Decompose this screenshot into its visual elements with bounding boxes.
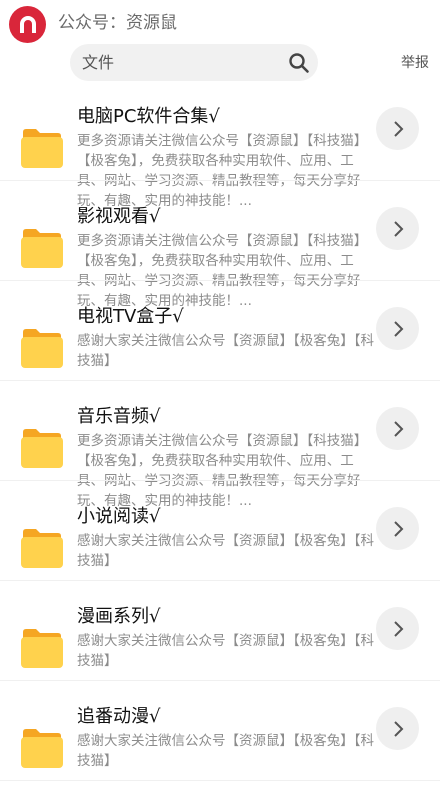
search-icon[interactable] xyxy=(288,52,310,74)
item-title: 小说阅读√ xyxy=(77,506,161,527)
folder-icon xyxy=(21,429,63,468)
list-item[interactable]: 小说阅读√ 感谢大家关注微信公众号【资源鼠】【极客兔】【科技猫】 xyxy=(0,502,440,602)
divider xyxy=(0,380,440,381)
folder-icon xyxy=(21,129,63,168)
folder-icon xyxy=(21,229,63,268)
open-item-button[interactable] xyxy=(376,407,419,450)
item-title: 电视TV盒子√ xyxy=(77,306,184,327)
item-title: 追番动漫√ xyxy=(77,706,161,727)
list-item[interactable]: 漫画系列√ 感谢大家关注微信公众号【资源鼠】【极客兔】【科技猫】 xyxy=(0,602,440,702)
list-item[interactable]: 追番动漫√ 感谢大家关注微信公众号【资源鼠】【极客兔】【科技猫】 xyxy=(0,702,440,802)
divider xyxy=(0,280,440,281)
item-title: 音乐音频√ xyxy=(77,406,161,427)
item-description: 感谢大家关注微信公众号【资源鼠】【极客兔】【科技猫】 xyxy=(77,333,374,369)
chevron-right-icon xyxy=(393,720,403,737)
divider xyxy=(0,180,440,181)
folder-icon xyxy=(21,329,63,368)
open-item-button[interactable] xyxy=(376,207,419,250)
item-description: 感谢大家关注微信公众号【资源鼠】【极客兔】【科技猫】 xyxy=(77,533,374,569)
app-header: 公众号：资源鼠 xyxy=(0,0,440,48)
open-item-button[interactable] xyxy=(376,707,419,750)
open-item-button[interactable] xyxy=(376,107,419,150)
divider xyxy=(0,480,440,481)
chevron-right-icon xyxy=(393,620,403,637)
search-bar[interactable] xyxy=(70,44,318,81)
chevron-right-icon xyxy=(393,320,403,337)
chevron-right-icon xyxy=(393,120,403,137)
divider xyxy=(0,580,440,581)
list-item[interactable]: 电脑PC软件合集√ 更多资源请关注微信公众号【资源鼠】【科技猫】【极客兔】，免费… xyxy=(0,102,440,209)
search-input[interactable] xyxy=(82,44,282,81)
report-link[interactable]: 举报 xyxy=(401,53,429,73)
magnet-icon xyxy=(19,15,36,33)
item-description: 更多资源请关注微信公众号【资源鼠】【科技猫】【极客兔】，免费获取各种实用软件、应… xyxy=(77,433,368,509)
item-title: 电脑PC软件合集√ xyxy=(77,106,220,127)
chevron-right-icon xyxy=(393,420,403,437)
chevron-right-icon xyxy=(393,220,403,237)
item-description: 更多资源请关注微信公众号【资源鼠】【科技猫】【极客兔】，免费获取各种实用软件、应… xyxy=(77,133,368,209)
item-description: 感谢大家关注微信公众号【资源鼠】【极客兔】【科技猫】 xyxy=(77,633,374,669)
avatar[interactable] xyxy=(9,6,46,43)
open-item-button[interactable] xyxy=(376,507,419,550)
list-item[interactable]: 影视观看√ 更多资源请关注微信公众号【资源鼠】【科技猫】【极客兔】，免费获取各种… xyxy=(0,202,440,309)
divider xyxy=(0,780,440,781)
divider xyxy=(0,680,440,681)
folder-icon xyxy=(21,529,63,568)
folder-icon xyxy=(21,629,63,668)
list-item[interactable]: 音乐音频√ 更多资源请关注微信公众号【资源鼠】【科技猫】【极客兔】，免费获取各种… xyxy=(0,402,440,509)
chevron-right-icon xyxy=(393,520,403,537)
item-description: 更多资源请关注微信公众号【资源鼠】【科技猫】【极客兔】，免费获取各种实用软件、应… xyxy=(77,233,368,309)
header-title: 公众号：资源鼠 xyxy=(58,13,177,33)
list-item[interactable]: 电视TV盒子√ 感谢大家关注微信公众号【资源鼠】【极客兔】【科技猫】 xyxy=(0,302,440,402)
open-item-button[interactable] xyxy=(376,607,419,650)
folder-icon xyxy=(21,729,63,768)
item-title: 漫画系列√ xyxy=(77,606,161,627)
item-description: 感谢大家关注微信公众号【资源鼠】【极客兔】【科技猫】 xyxy=(77,733,374,769)
item-title: 影视观看√ xyxy=(77,206,161,227)
open-item-button[interactable] xyxy=(376,307,419,350)
